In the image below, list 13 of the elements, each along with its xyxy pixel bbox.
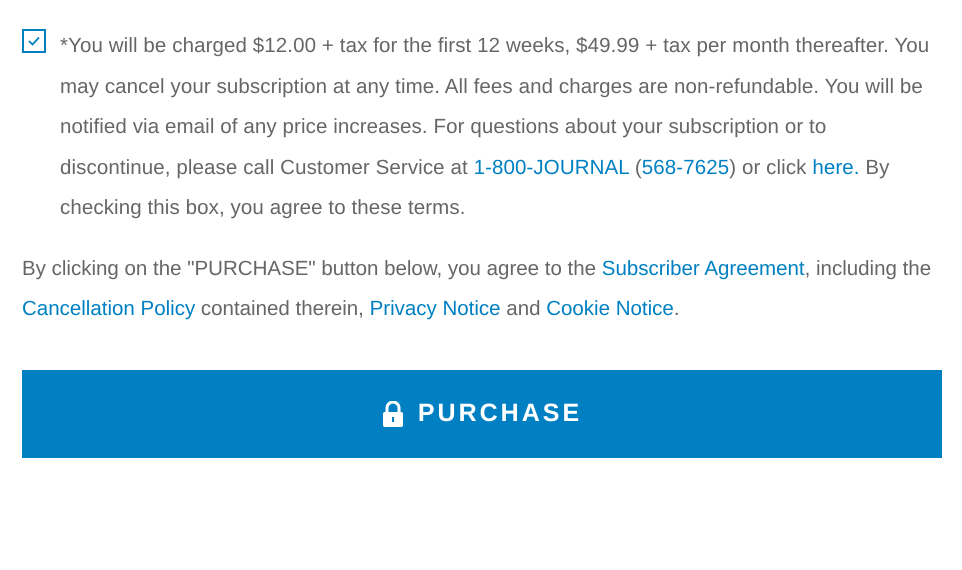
checkmark-icon [28,36,40,46]
link[interactable]: Privacy Notice [370,297,501,320]
link[interactable]: here. [812,156,860,178]
agreement-text: By clicking on the "PURCHASE" button below, you agree to the Subscriber Agreement, including the Cancellation Policy contained therein, Privacy Notice and Cookie Notice. [22,256,932,322]
purchase-button[interactable]: PURCHASE [22,370,942,458]
link[interactable]: 1-800-JOURNAL [474,156,630,178]
lock-icon [382,400,404,426]
checkbox[interactable] [22,29,46,53]
link[interactable]: Cookie Notice [546,297,674,320]
link[interactable]: 568-7625 [642,156,730,178]
link[interactable]: Cancellation Policy [22,297,196,320]
terms-text: *You will be charged $12.00 + tax for the first 12 weeks, $49.99 + tax per month thereafter. You may cancel your subscription at any time. All fees and charges are non-refundable. You will be notified via email of any price increases. For questions about your subscription or to discontinue, please call Customer Service at 1-800-JOURNAL (568-7625) or click here. By checking this box, you agree to these terms. [60,33,930,221]
link[interactable]: Subscriber Agreement [602,256,805,280]
